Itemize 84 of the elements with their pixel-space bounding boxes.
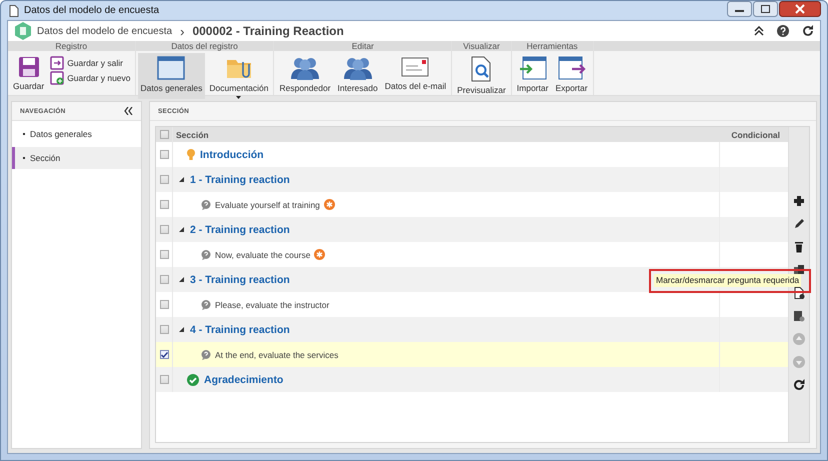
checkbox[interactable]	[160, 250, 168, 259]
ribbon-button[interactable]: Previsualizar	[454, 53, 509, 95]
checkbox[interactable]	[160, 175, 168, 184]
section-title[interactable]: 3 - Training reaction	[190, 274, 290, 286]
question-bubble-icon	[201, 350, 211, 360]
group-title: Herramientas	[512, 41, 593, 51]
section-title[interactable]: 4 - Training reaction	[190, 324, 290, 336]
window-icon	[157, 56, 186, 80]
expanded-triangle-icon[interactable]	[179, 327, 184, 332]
ribbon-button[interactable]: Datos del e-mail	[382, 53, 450, 95]
question-bubble-icon	[201, 200, 211, 210]
section-title[interactable]: Introducción	[200, 148, 264, 160]
checkbox[interactable]	[160, 225, 168, 234]
ribbon-button[interactable]: Documentación	[206, 53, 272, 99]
record-title: 000002 - Training Reaction	[192, 24, 344, 38]
tooltip: Marcar/desmarcar pregunta requerida	[654, 274, 802, 287]
refresh-icon[interactable]	[802, 25, 814, 37]
group-title: Visualizar	[452, 41, 511, 51]
import-icon	[518, 56, 547, 80]
ribbon-button[interactable]: Respondedor	[276, 53, 334, 95]
export-icon	[558, 56, 586, 80]
group-title: Registro	[8, 41, 135, 51]
group-title: Editar	[274, 41, 452, 51]
people-icon	[342, 56, 373, 80]
checkbox[interactable]	[160, 350, 168, 359]
breadcrumb-link[interactable]: Datos del modelo de encuesta	[37, 26, 172, 36]
trash-icon	[793, 241, 805, 253]
ribbon-button[interactable]: Interesado	[334, 53, 381, 95]
checkbox[interactable]	[160, 325, 168, 334]
pencil-icon	[793, 218, 805, 230]
checkbox[interactable]	[160, 130, 168, 139]
section-title[interactable]: 2 - Training reaction	[190, 224, 290, 236]
checkbox[interactable]	[160, 150, 168, 159]
table-row[interactable]: At the end, evaluate the services	[156, 342, 788, 367]
people-icon	[290, 56, 320, 80]
expanded-triangle-icon[interactable]	[179, 277, 184, 282]
question-bubble-icon	[201, 300, 211, 310]
magnifier-page-icon	[469, 56, 494, 82]
sidebar-item[interactable]: Datos generales	[12, 123, 141, 145]
toolbar-button[interactable]	[791, 377, 807, 393]
ribbon-button[interactable]: Guardar y salir	[48, 56, 133, 69]
section-title[interactable]: 1 - Training reaction	[190, 174, 290, 186]
column-header: Condicional	[730, 128, 781, 142]
question-text: Now, evaluate the course	[215, 250, 310, 260]
ribbon-button[interactable]: Exportar	[552, 53, 591, 95]
checkbox[interactable]	[160, 375, 168, 384]
breadcrumb-separator: ›	[180, 24, 184, 38]
toolbar-button[interactable]	[791, 308, 807, 324]
ribbon-button[interactable]: Guardar	[10, 53, 48, 95]
envelope-icon	[401, 56, 430, 78]
question-text: At the end, evaluate the services	[215, 350, 338, 360]
question-bubble-icon	[201, 250, 211, 260]
check-circle-icon	[187, 374, 199, 386]
question-text: Please, evaluate the instructor	[215, 300, 330, 310]
expanded-triangle-icon[interactable]	[179, 177, 184, 182]
maximize-icon[interactable]	[753, 1, 778, 17]
document-add-icon	[793, 310, 805, 322]
plus-icon	[793, 195, 805, 207]
question-text: Evaluate yourself at training	[215, 200, 320, 210]
lightbulb-icon	[187, 148, 195, 160]
group-title: Datos del registro	[136, 41, 274, 51]
help-icon[interactable]	[777, 25, 789, 37]
document-icon	[9, 4, 19, 16]
ribbon-button[interactable]: Importar	[514, 53, 552, 95]
section-title[interactable]: Agradecimiento	[204, 374, 284, 386]
check-icon	[160, 352, 168, 358]
close-icon[interactable]	[779, 1, 821, 17]
logo-icon	[14, 21, 32, 41]
ribbon-button[interactable]: Datos generales	[138, 53, 206, 99]
column-header: Sección	[175, 128, 210, 142]
toolbar-button[interactable]	[791, 193, 807, 209]
double-chevron-left-icon[interactable]	[124, 107, 133, 115]
save-new-icon	[50, 70, 64, 84]
expanded-triangle-icon[interactable]	[179, 227, 184, 232]
checkbox[interactable]	[160, 300, 168, 309]
minimize-icon[interactable]	[727, 1, 752, 17]
checkbox[interactable]	[160, 275, 168, 284]
ribbon-button[interactable]: Guardar y nuevo	[48, 71, 133, 84]
window-title: Datos del modelo de encuesta	[24, 5, 160, 16]
collapse-icon[interactable]	[754, 26, 764, 36]
refresh-icon	[793, 379, 805, 391]
checkbox[interactable]	[160, 200, 168, 209]
sidebar-item[interactable]: Sección	[12, 147, 141, 169]
save-exit-icon	[50, 56, 64, 70]
